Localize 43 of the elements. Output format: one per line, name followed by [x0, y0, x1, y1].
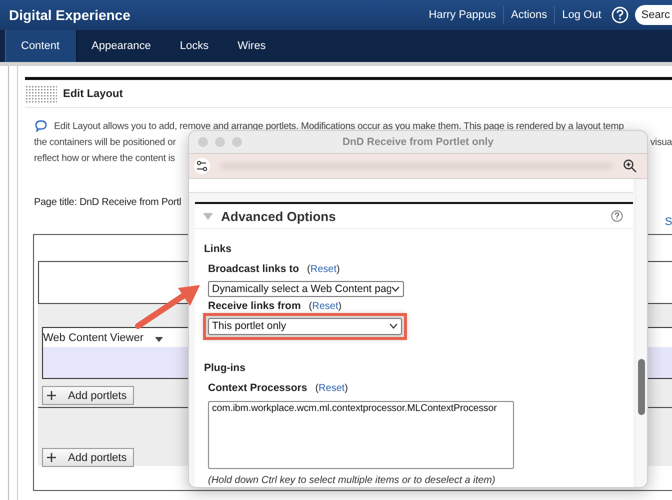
header-link[interactable]: Log Out: [554, 6, 608, 24]
plus-icon: [47, 453, 56, 462]
tab[interactable]: Wires: [222, 30, 280, 62]
scrollbar-thumb[interactable]: [638, 359, 645, 415]
chevron-down-icon: [391, 286, 400, 292]
help-icon[interactable]: [611, 6, 630, 24]
reset-link[interactable]: (Reset): [315, 382, 348, 394]
zoom-in-icon: [623, 159, 637, 173]
grip-dots-icon: [25, 84, 57, 102]
field-label: Context Processors: [208, 382, 308, 394]
tab[interactable]: Locks: [164, 30, 223, 62]
reset-link[interactable]: (Reset): [307, 264, 340, 275]
field-label: Receive links from: [208, 300, 301, 312]
hint-text: (Hold down Ctrl key to select multiple items or to deselect a item): [207, 474, 496, 486]
speech-bubble-icon: [34, 120, 48, 132]
chevron-down-icon: [389, 323, 398, 329]
side-link[interactable]: S: [664, 216, 672, 228]
portlet-title: Edit Layout: [63, 88, 123, 100]
intro-text: reflect how or where the content is: [34, 152, 175, 164]
app-title: Digital Experience: [9, 7, 130, 23]
reset-link[interactable]: (Reset): [308, 301, 342, 312]
search-button[interactable]: Searc: [635, 5, 672, 25]
add-portlets-button[interactable]: Add portlets: [42, 386, 134, 405]
tab[interactable]: Appearance: [76, 30, 165, 62]
user-name-link[interactable]: Harry Pappus: [422, 6, 504, 24]
portlet-name: Web Content Viewer: [43, 332, 144, 344]
group-title: Plug-ins: [204, 362, 246, 374]
header-link[interactable]: Actions: [503, 6, 554, 24]
intro-text: visua: [650, 136, 672, 148]
intro-text: the containers will be positioned or: [34, 136, 176, 148]
add-portlets-button[interactable]: Add portlets: [42, 448, 134, 467]
field-label: Broadcast links to: [208, 263, 300, 275]
list-item[interactable]: com.ibm.workplace.wcm.ml.contextprocessor.MLContextProcessor: [209, 402, 513, 414]
section-title: Advanced Options: [221, 208, 337, 224]
caret-icon: [155, 337, 164, 342]
window-title: DnD Receive from Portlet only: [342, 136, 494, 148]
tab[interactable]: Content: [5, 30, 77, 62]
page-title: Page title: DnD Receive from Portl: [34, 196, 182, 208]
help-icon: [611, 210, 623, 222]
plus-icon: [47, 391, 56, 400]
dropdown[interactable]: This portlet only: [208, 318, 402, 334]
sliders-icon: [194, 158, 210, 174]
group-title: Links: [204, 243, 232, 255]
